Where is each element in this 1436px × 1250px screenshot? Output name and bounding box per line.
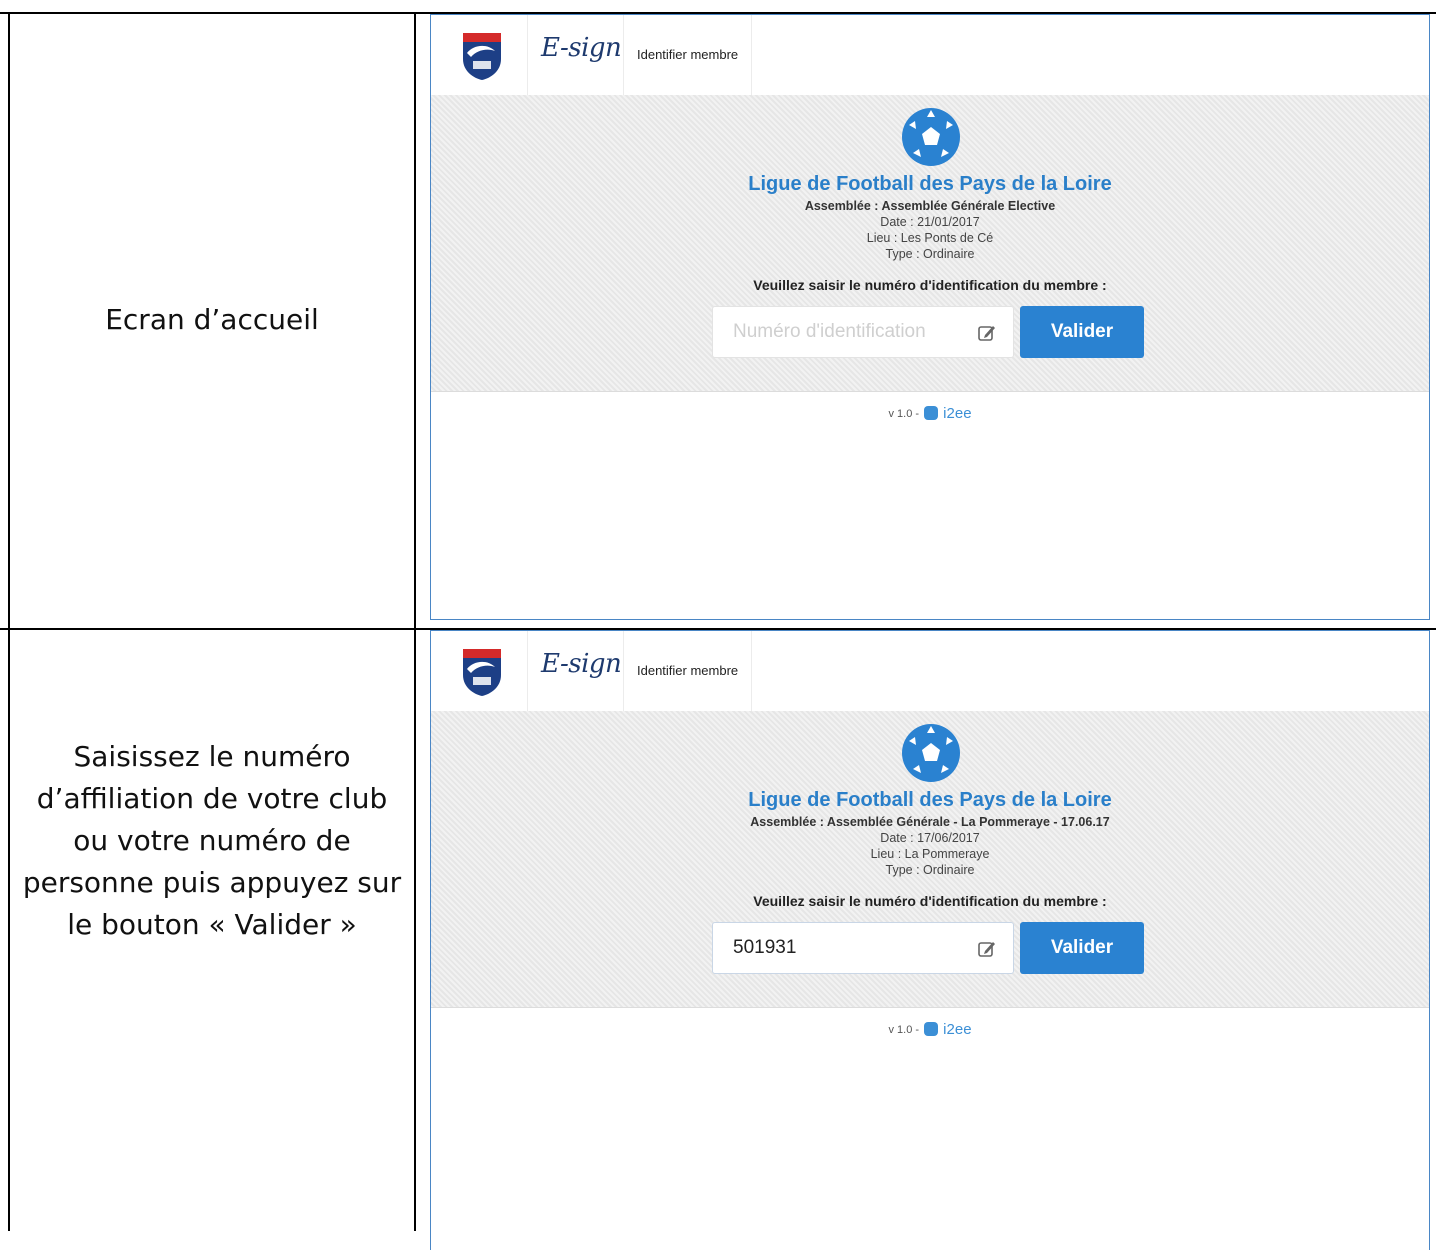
brand-cell[interactable]: E-sign <box>527 631 624 711</box>
i2ee-logo-icon <box>924 406 939 420</box>
instruction-table: Ecran d’accueil E-sign Identifier membre <box>0 0 1436 1250</box>
valider-button[interactable]: Valider <box>1020 922 1144 974</box>
app-screenshot-home: E-sign Identifier membre Ligue de Footba… <box>430 14 1430 620</box>
organization-title: Ligue de Football des Pays de la Loire <box>748 173 1112 195</box>
vendor-name[interactable]: i2ee <box>943 405 971 422</box>
member-id-value: 501931 <box>733 937 797 958</box>
table-border-left <box>8 12 10 1231</box>
football-icon <box>902 108 960 166</box>
app-footer: v 1.0 - i2ee <box>431 405 1429 422</box>
app-footer: v 1.0 - i2ee <box>431 1021 1429 1038</box>
assembly-date: Date : 17/06/2017 <box>880 831 980 845</box>
identification-panel: Ligue de Football des Pays de la Loire A… <box>431 95 1429 392</box>
vendor-name[interactable]: i2ee <box>943 1021 971 1038</box>
id-prompt: Veuillez saisir le numéro d'identificati… <box>753 893 1107 909</box>
logo-cell[interactable] <box>431 631 528 711</box>
row-description: Saisissez le numéro d’affiliation de vot… <box>12 630 412 1231</box>
assembly-date: Date : 21/01/2017 <box>880 215 980 229</box>
brand-logo: E-sign <box>541 33 622 63</box>
club-shield-logo-icon <box>463 33 501 80</box>
edit-icon <box>978 326 995 341</box>
identification-panel: Ligue de Football des Pays de la Loire A… <box>431 711 1429 1008</box>
assembly-place: Lieu : Les Ponts de Cé <box>866 231 994 245</box>
brand-logo: E-sign <box>541 649 622 679</box>
club-shield-logo-icon <box>463 649 501 696</box>
version-label: v 1.0 - <box>888 408 920 420</box>
app-screenshot-filled: E-sign Identifier membre Ligue de Footba… <box>430 630 1430 1250</box>
member-id-input[interactable]: Numéro d'identification <box>712 306 1014 358</box>
row-description-text: Saisissez le numéro d’affiliation de vot… <box>22 739 402 941</box>
nav-label: Identifier membre <box>637 663 739 678</box>
organization-title: Ligue de Football des Pays de la Loire <box>748 789 1112 811</box>
table-column-divider <box>414 12 416 1231</box>
nav-label: Identifier membre <box>637 47 739 62</box>
assembly-name: Assemblée : Assemblée Générale - La Pomm… <box>750 815 1110 829</box>
row-description-text: Ecran d’accueil <box>105 303 319 336</box>
row-description: Ecran d’accueil <box>12 14 412 626</box>
edit-icon <box>978 942 995 957</box>
assembly-name: Assemblée : Assemblée Générale Elective <box>804 199 1056 213</box>
assembly-type: Type : Ordinaire <box>885 863 975 877</box>
brand-cell[interactable]: E-sign <box>527 15 624 95</box>
nav-identifier-membre[interactable]: Identifier membre <box>623 631 752 711</box>
i2ee-logo-icon <box>924 1022 939 1036</box>
nav-identifier-membre[interactable]: Identifier membre <box>623 15 752 95</box>
id-prompt: Veuillez saisir le numéro d'identificati… <box>753 277 1107 293</box>
app-header: E-sign Identifier membre <box>431 631 1429 712</box>
assembly-type: Type : Ordinaire <box>885 247 975 261</box>
app-header: E-sign Identifier membre <box>431 15 1429 96</box>
valider-button[interactable]: Valider <box>1020 306 1144 358</box>
version-label: v 1.0 - <box>888 1024 920 1036</box>
member-id-placeholder: Numéro d'identification <box>733 321 926 342</box>
logo-cell[interactable] <box>431 15 528 95</box>
football-icon <box>902 724 960 782</box>
member-id-input[interactable]: 501931 <box>712 922 1014 974</box>
assembly-place: Lieu : La Pommeraye <box>870 847 990 861</box>
